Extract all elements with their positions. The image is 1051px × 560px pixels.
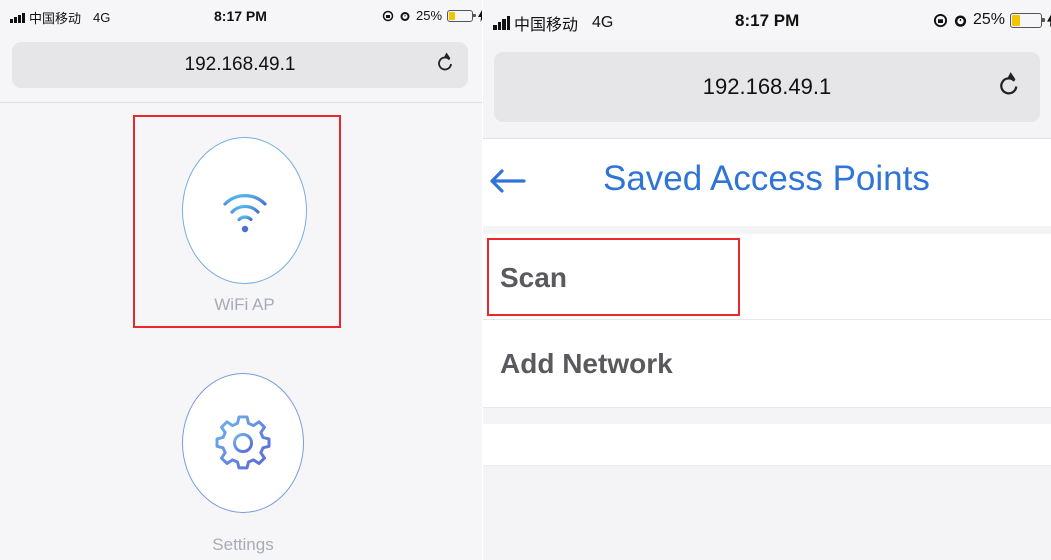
settings-button[interactable] — [182, 373, 304, 513]
signal-icon — [10, 12, 25, 23]
battery-percent: 25% — [973, 11, 1006, 28]
carrier-name: 中国移动 — [514, 17, 579, 34]
alarm-icon — [400, 11, 410, 21]
add-network-menu-item[interactable]: Add Network — [483, 320, 1051, 408]
menu-item-label: Scan — [500, 262, 567, 293]
url-bar[interactable]: 192.168.49.1 — [12, 42, 468, 88]
right-screen: 中国移动 4G 8:17 PM 25% 192.168.49.1 Saved A… — [483, 0, 1051, 560]
url-text: 192.168.49.1 — [184, 54, 296, 75]
status-bar: 中国移动 4G 8:17 PM 25% — [0, 0, 482, 30]
page-title: Saved Access Points — [603, 159, 930, 198]
settings-label: Settings — [212, 535, 274, 554]
gear-icon — [215, 415, 271, 470]
divider — [0, 102, 482, 103]
left-screen: 中国移动 4G 8:17 PM 25% 192.168.49.1 WiFi AP — [0, 0, 482, 560]
carrier-name: 中国移动 — [29, 11, 82, 26]
list-footer — [483, 424, 1051, 466]
carrier-info: 中国移动 4G — [10, 8, 110, 27]
reload-icon[interactable] — [1000, 71, 1020, 103]
status-indicators: 25% — [933, 11, 1051, 29]
back-button[interactable] — [488, 153, 532, 209]
nav-header: Saved Access Points — [483, 138, 1051, 226]
battery-icon — [447, 9, 477, 22]
url-text: 192.168.49.1 — [702, 74, 832, 99]
scan-menu-item[interactable]: Scan — [483, 234, 1051, 320]
wifi-ap-button[interactable] — [182, 137, 307, 284]
status-time: 8:17 PM — [214, 8, 267, 24]
reload-icon[interactable] — [438, 52, 454, 78]
battery-icon — [1010, 12, 1046, 28]
wifi-ap-label: WiFi AP — [214, 295, 275, 314]
url-bar[interactable]: 192.168.49.1 — [494, 52, 1040, 122]
rotation-lock-icon — [382, 10, 394, 21]
alarm-icon — [954, 15, 967, 27]
battery-percent: 25% — [416, 8, 443, 23]
rotation-lock-icon — [933, 13, 948, 27]
status-time: 8:17 PM — [735, 11, 800, 30]
menu-item-label: Add Network — [500, 348, 673, 379]
signal-icon — [493, 16, 510, 30]
charging-bolt-icon — [1047, 14, 1051, 27]
status-indicators: 25% — [382, 8, 482, 23]
network-type: 4G — [592, 14, 614, 31]
network-type: 4G — [93, 10, 111, 25]
arrow-left-icon — [490, 169, 526, 193]
carrier-info: 中国移动 4G — [493, 11, 613, 35]
wifi-icon — [222, 193, 267, 232]
status-bar: 中国移动 4G 8:17 PM 25% — [483, 0, 1051, 40]
access-point-menu: Scan Add Network — [483, 234, 1051, 408]
